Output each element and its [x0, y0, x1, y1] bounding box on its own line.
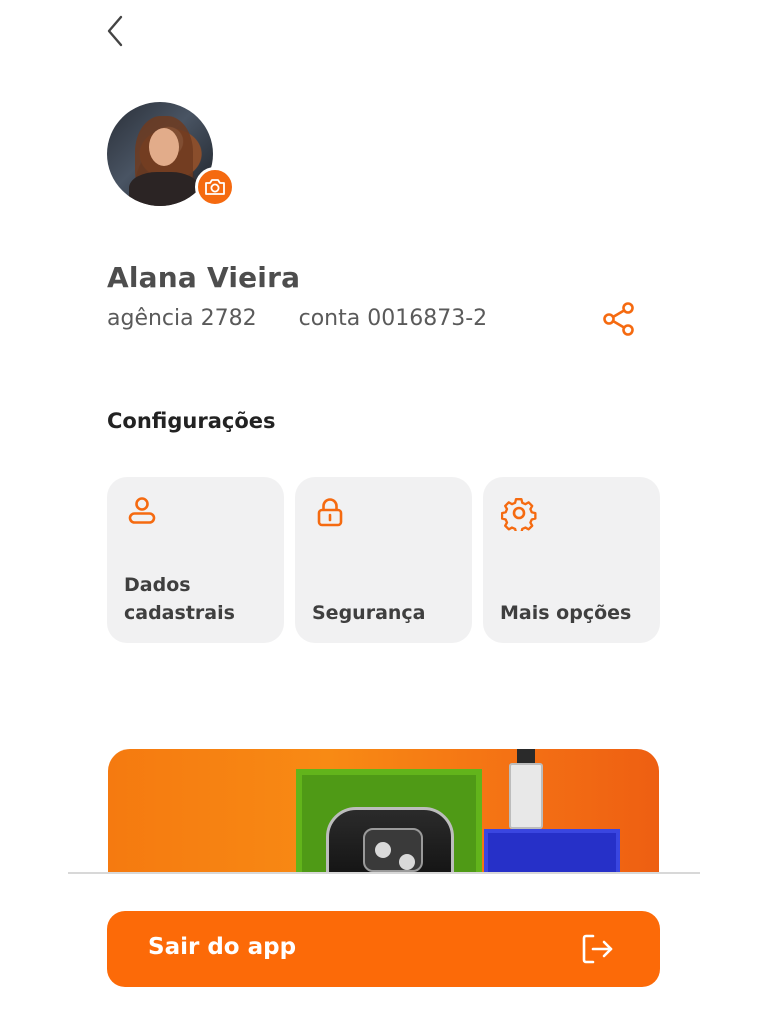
- fryer-knob: [375, 842, 391, 858]
- logout-label: Sair do app: [148, 934, 297, 960]
- camera-icon: [205, 179, 225, 195]
- change-photo-button[interactable]: [195, 167, 235, 207]
- avatar-body: [129, 172, 199, 206]
- card-label-line2: cadastrais: [124, 602, 235, 624]
- share-button[interactable]: [598, 298, 640, 340]
- fryer-knob: [399, 854, 415, 870]
- card-label-dados: Dados cadastrais: [124, 571, 274, 627]
- settings-cards: Dados cadastrais Segurança Mais opções: [107, 477, 660, 643]
- card-seguranca[interactable]: Segurança: [295, 477, 472, 643]
- avatar-container: [107, 102, 237, 208]
- promo-banner[interactable]: [108, 749, 659, 875]
- card-label-seguranca: Segurança: [312, 602, 426, 624]
- perfume-bottle-image: [509, 763, 543, 829]
- card-label-mais-opcoes: Mais opções: [500, 602, 632, 624]
- lock-icon: [317, 498, 343, 527]
- card-label-line1: Dados: [124, 574, 191, 596]
- logout-icon: [582, 934, 613, 964]
- account-number: conta 0016873-2: [298, 306, 488, 331]
- settings-title: Configurações: [107, 409, 276, 433]
- account-info: agência 2782 conta 0016873-2: [107, 306, 487, 331]
- air-fryer-image: [326, 807, 454, 875]
- user-name: Alana Vieira: [107, 261, 301, 294]
- user-icon: [128, 497, 156, 524]
- card-dados-cadastrais[interactable]: Dados cadastrais: [107, 477, 284, 643]
- gear-icon: [501, 498, 537, 531]
- card-mais-opcoes[interactable]: Mais opções: [483, 477, 660, 643]
- avatar-face: [149, 128, 179, 166]
- agency-number: agência 2782: [107, 306, 257, 331]
- share-icon: [603, 302, 634, 336]
- fryer-panel: [363, 828, 423, 872]
- back-button[interactable]: [98, 12, 132, 50]
- logout-button[interactable]: Sair do app: [107, 911, 660, 987]
- banner-blue-box: [484, 829, 620, 875]
- chevron-left-icon: [107, 15, 123, 47]
